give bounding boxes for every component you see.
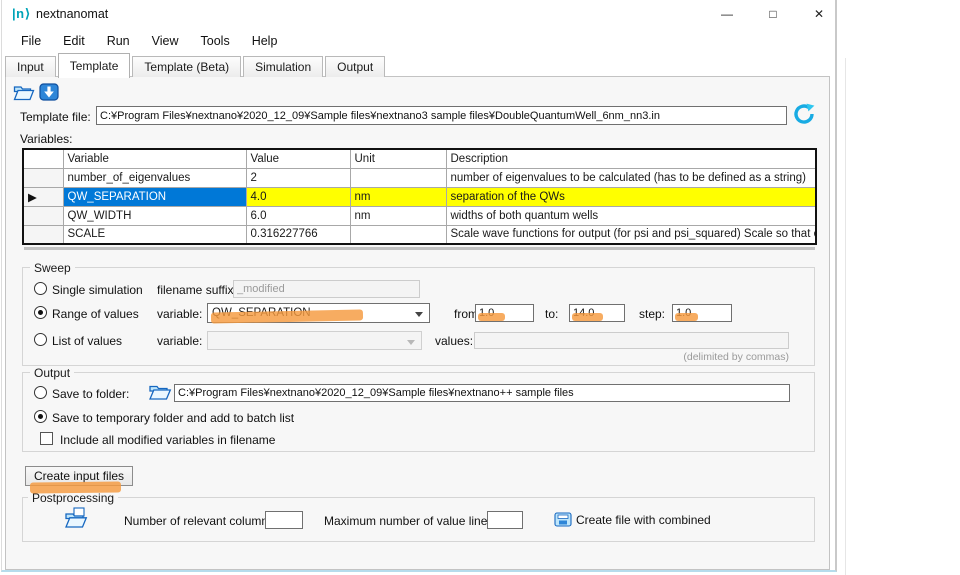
- output-group-label: Output: [30, 366, 74, 380]
- chevron-down-icon: [415, 312, 423, 317]
- cell-description[interactable]: separation of the QWs: [446, 187, 816, 206]
- template-file-input[interactable]: [96, 106, 787, 125]
- row-selector[interactable]: [23, 225, 63, 244]
- column-header-unit[interactable]: Unit: [350, 149, 446, 168]
- variables-table: Variable Value Unit Description number_o…: [22, 148, 817, 245]
- cell-variable[interactable]: number_of_eigenvalues: [63, 168, 246, 187]
- cell-unit[interactable]: nm: [350, 187, 446, 206]
- chevron-down-icon: [407, 340, 415, 345]
- template-file-label: Template file:: [20, 110, 91, 124]
- from-input[interactable]: [475, 304, 534, 322]
- values-hint: (delimited by commas): [602, 351, 789, 363]
- cell-variable[interactable]: SCALE: [63, 225, 246, 244]
- save-to-folder-radio[interactable]: [34, 386, 47, 399]
- load-template-icon[interactable]: [39, 83, 59, 106]
- cell-description[interactable]: number of eigenvalues to be calculated (…: [446, 168, 816, 187]
- relevant-column-label: Number of relevant column:: [124, 514, 271, 528]
- range-variable-value: QW_SEPARATION: [212, 307, 311, 319]
- list-variable-select[interactable]: [207, 331, 422, 350]
- refresh-icon[interactable]: [793, 103, 815, 130]
- table-row-selected: ▶ QW_SEPARATION 4.0 nm separation of the…: [23, 187, 816, 206]
- list-variable-label: variable:: [157, 334, 202, 348]
- include-variables-checkbox[interactable]: [40, 432, 53, 445]
- cell-variable[interactable]: QW_SEPARATION: [63, 187, 246, 206]
- column-header-description[interactable]: Description: [446, 149, 816, 168]
- single-simulation-label: Single simulation: [52, 283, 143, 297]
- table-bottom-shadow: [24, 247, 815, 250]
- tab-simulation[interactable]: Simulation: [243, 56, 323, 77]
- tab-output[interactable]: Output: [325, 56, 385, 77]
- filename-suffix-input[interactable]: [233, 280, 420, 298]
- range-variable-label: variable:: [157, 307, 202, 321]
- column-header-value[interactable]: Value: [246, 149, 350, 168]
- single-simulation-radio[interactable]: [34, 282, 47, 295]
- table-row: number_of_eigenvalues 2 number of eigenv…: [23, 168, 816, 187]
- cell-value[interactable]: 2: [246, 168, 350, 187]
- values-input[interactable]: [474, 332, 789, 349]
- step-label: step:: [639, 307, 665, 321]
- row-selector-current-icon[interactable]: ▶: [23, 187, 63, 206]
- postprocessing-group-label: Postprocessing: [28, 491, 118, 505]
- postprocessing-folder-icon[interactable]: [64, 507, 89, 534]
- cell-unit[interactable]: nm: [350, 206, 446, 225]
- list-of-values-label: List of values: [52, 334, 122, 348]
- range-variable-select[interactable]: QW_SEPARATION: [207, 303, 430, 323]
- tab-strip: Input Template Template (Beta) Simulatio…: [5, 52, 387, 77]
- save-to-temp-radio[interactable]: [34, 410, 47, 423]
- cell-unit[interactable]: [350, 225, 446, 244]
- range-of-values-label: Range of values: [52, 307, 139, 321]
- to-input[interactable]: [569, 304, 625, 322]
- range-of-values-radio[interactable]: [34, 306, 47, 319]
- table-row: SCALE 0.316227766 Scale wave functions f…: [23, 225, 816, 244]
- app-window: |n⟩ nextnanomat — □ ✕ File Edit Run View…: [1, 0, 837, 572]
- to-label: to:: [545, 307, 558, 321]
- value-lines-input[interactable]: [487, 511, 523, 529]
- tab-template[interactable]: Template: [58, 53, 131, 78]
- tab-template-beta[interactable]: Template (Beta): [132, 56, 241, 77]
- background-edge-line: [845, 58, 846, 575]
- value-lines-label: Maximum number of value lines:: [324, 514, 497, 528]
- table-header-row: Variable Value Unit Description: [23, 149, 816, 168]
- table-row: QW_WIDTH 6.0 nm widths of both quantum w…: [23, 206, 816, 225]
- save-to-temp-label: Save to temporary folder and add to batc…: [52, 411, 294, 425]
- cell-value[interactable]: 6.0: [246, 206, 350, 225]
- sweep-group-label: Sweep: [30, 261, 75, 275]
- row-selector-header[interactable]: [23, 149, 63, 168]
- create-combined-file-label[interactable]: Create file with combined: [576, 513, 711, 527]
- include-variables-label: Include all modified variables in filena…: [60, 433, 275, 447]
- values-label: values:: [435, 334, 473, 348]
- list-of-values-radio[interactable]: [34, 333, 47, 346]
- save-to-folder-label: Save to folder:: [52, 387, 129, 401]
- cell-unit[interactable]: [350, 168, 446, 187]
- row-selector[interactable]: [23, 206, 63, 225]
- column-header-variable[interactable]: Variable: [63, 149, 246, 168]
- open-template-folder-icon[interactable]: [13, 83, 35, 106]
- cell-description[interactable]: widths of both quantum wells: [446, 206, 816, 225]
- step-input[interactable]: [672, 304, 732, 322]
- variables-label: Variables:: [20, 132, 72, 146]
- cell-variable[interactable]: QW_WIDTH: [63, 206, 246, 225]
- output-folder-input[interactable]: [174, 384, 790, 402]
- cell-description[interactable]: Scale wave functions for output (for psi…: [446, 225, 816, 244]
- row-selector[interactable]: [23, 168, 63, 187]
- combined-file-icon[interactable]: [554, 512, 572, 532]
- browse-folder-icon[interactable]: [148, 382, 172, 406]
- desktop: |n⟩ nextnanomat — □ ✕ File Edit Run View…: [0, 0, 960, 575]
- filename-suffix-label: filename suffix:: [157, 283, 237, 297]
- cell-value[interactable]: 4.0: [246, 187, 350, 206]
- tab-input[interactable]: Input: [5, 56, 56, 77]
- create-input-files-button[interactable]: Create input files: [25, 466, 133, 486]
- relevant-column-input[interactable]: [265, 511, 303, 529]
- cell-value[interactable]: 0.316227766: [246, 225, 350, 244]
